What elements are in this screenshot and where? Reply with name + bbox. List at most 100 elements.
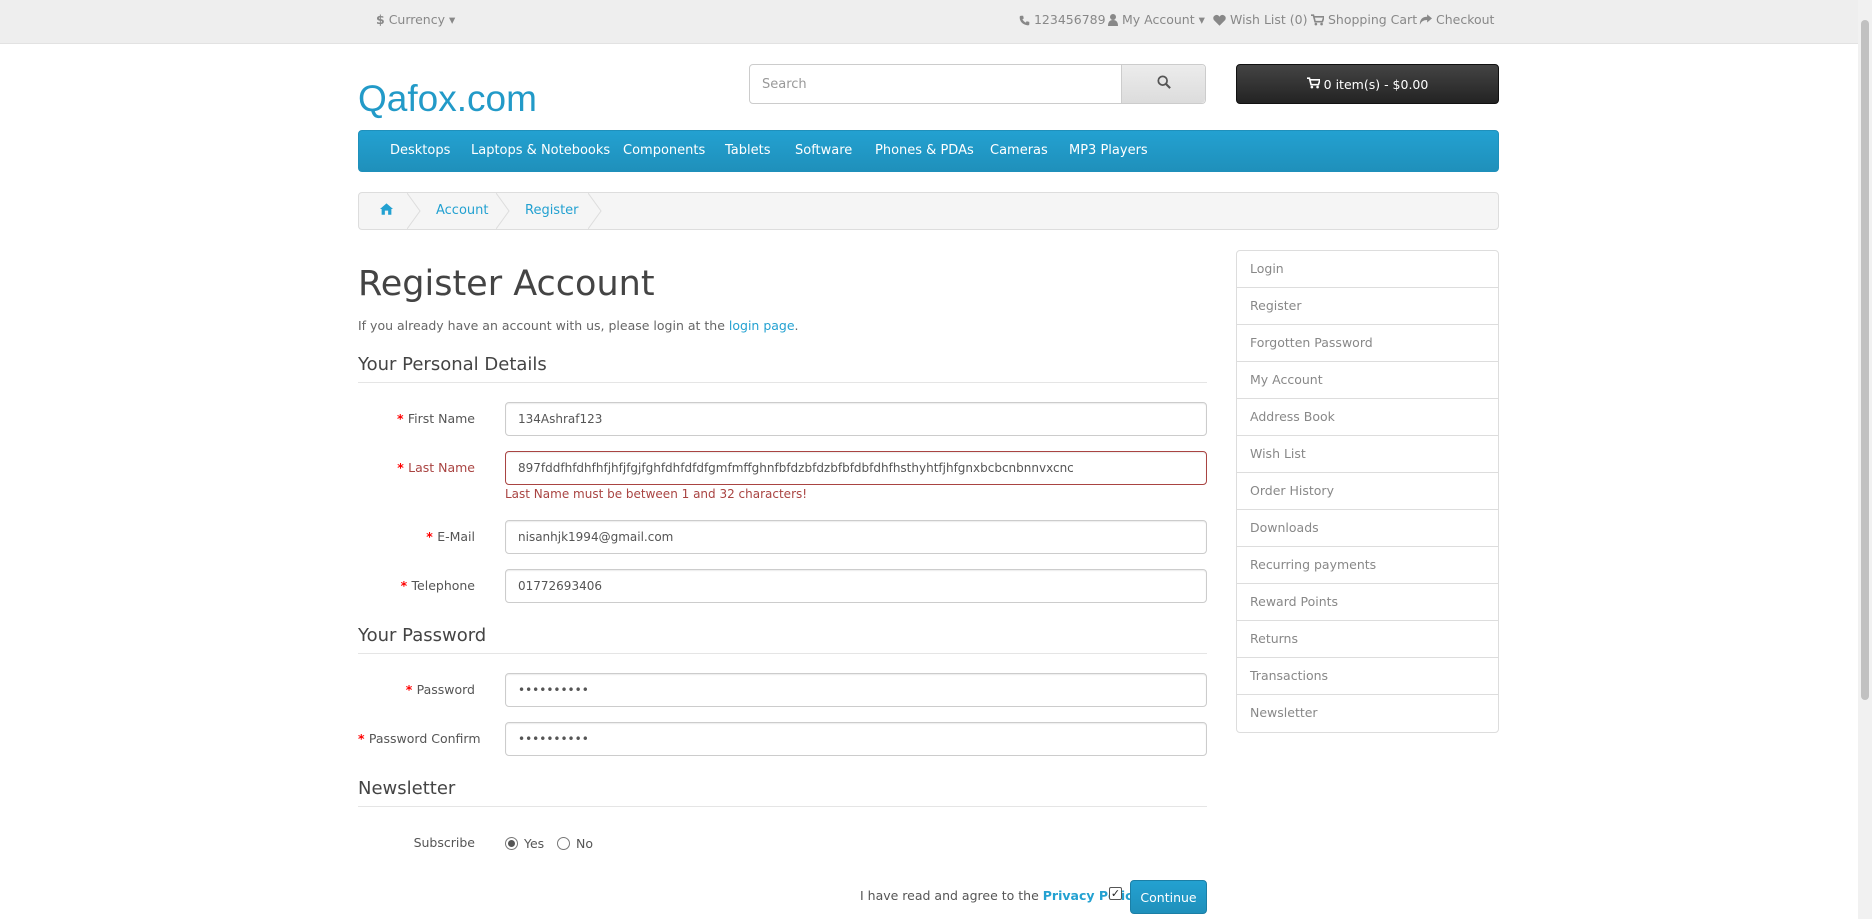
radio-button[interactable] <box>557 837 570 850</box>
my-account-dropdown[interactable]: My Account ▾ <box>1108 0 1205 40</box>
search-input[interactable] <box>750 65 1121 103</box>
subscribe-no-radio[interactable]: No <box>557 836 593 851</box>
menu-item-laptops[interactable]: Laptops & Notebooks <box>471 131 610 171</box>
privacy-policy-checkbox[interactable]: ✓ <box>1109 887 1122 900</box>
shopping-cart-link[interactable]: Shopping Cart <box>1311 0 1417 40</box>
required-marker: * <box>405 682 417 697</box>
main-menu: Desktops Laptops & Notebooks Components … <box>358 130 1499 172</box>
password-field[interactable] <box>505 673 1207 707</box>
checkout-label: Checkout <box>1435 12 1495 27</box>
telephone-label-text: Telephone <box>411 578 475 593</box>
personal-details-legend: Your Personal Details <box>358 354 1207 383</box>
sidebar-item-downloads[interactable]: Downloads <box>1237 510 1498 547</box>
intro-text-start: If you already have an account with us, … <box>358 318 729 333</box>
logo[interactable]: Qafox.com <box>358 78 537 120</box>
menu-item-phones[interactable]: Phones & PDAs <box>875 131 974 171</box>
phone-link[interactable]: 123456789 <box>1019 0 1106 40</box>
shopping-cart-icon <box>1306 76 1321 92</box>
menu-item-software[interactable]: Software <box>795 131 852 171</box>
required-marker: * <box>396 411 408 426</box>
last-name-label-text: Last Name <box>408 460 475 475</box>
top-bar: $ Currency ▾ 123456789 My Account ▾ Wish… <box>0 0 1858 44</box>
password-label: * Password <box>358 682 475 697</box>
sidebar-item-register[interactable]: Register <box>1237 288 1498 325</box>
sidebar-item-transactions[interactable]: Transactions <box>1237 658 1498 695</box>
sidebar-item-newsletter[interactable]: Newsletter <box>1237 695 1498 732</box>
breadcrumb: Account Register <box>358 192 1499 230</box>
user-icon <box>1108 12 1122 27</box>
menu-item-mp3[interactable]: MP3 Players <box>1069 131 1148 171</box>
phone-number: 123456789 <box>1033 12 1106 27</box>
wish-list-link[interactable]: Wish List (0) <box>1213 0 1307 40</box>
sidebar-item-returns[interactable]: Returns <box>1237 621 1498 658</box>
breadcrumb-register[interactable]: Register <box>525 193 579 229</box>
heart-icon <box>1213 12 1230 27</box>
email-field[interactable] <box>505 520 1207 554</box>
password-confirm-label: * Password Confirm <box>358 731 481 746</box>
required-marker: * <box>426 529 438 544</box>
required-marker: * <box>400 578 412 593</box>
breadcrumb-separator <box>496 193 510 229</box>
menu-item-tablets[interactable]: Tablets <box>725 131 771 171</box>
checkout-link[interactable]: Checkout <box>1419 0 1494 40</box>
my-account-label: My Account <box>1121 12 1195 27</box>
sidebar-item-forgotten-password[interactable]: Forgotten Password <box>1237 325 1498 362</box>
intro-text-end: . <box>794 318 799 333</box>
breadcrumb-separator <box>588 193 602 229</box>
scrollbar-thumb[interactable] <box>1861 20 1869 700</box>
page-title: Register Account <box>358 264 655 304</box>
caret-down-icon: ▾ <box>449 12 456 27</box>
menu-item-desktops[interactable]: Desktops <box>390 131 450 171</box>
continue-button[interactable]: Continue <box>1130 880 1207 914</box>
radio-button-selected[interactable] <box>505 837 518 850</box>
share-icon <box>1419 12 1436 27</box>
last-name-error: Last Name must be between 1 and 32 chara… <box>505 487 808 501</box>
menu-item-cameras[interactable]: Cameras <box>990 131 1048 171</box>
subscribe-yes-radio[interactable]: Yes <box>505 836 544 851</box>
password-legend: Your Password <box>358 625 1207 654</box>
password-confirm-label-text: Password Confirm <box>368 731 481 746</box>
page-scrollbar[interactable] <box>1858 0 1872 919</box>
cart-label: 0 item(s) - $0.00 <box>1323 76 1429 92</box>
last-name-field[interactable] <box>505 451 1207 485</box>
currency-dropdown[interactable]: $ Currency ▾ <box>376 0 455 40</box>
intro-text: If you already have an account with us, … <box>358 318 799 333</box>
sidebar-item-address-book[interactable]: Address Book <box>1237 399 1498 436</box>
subscribe-yes-label: Yes <box>524 836 545 851</box>
privacy-agree-text: I have read and agree to the Privacy Pol… <box>860 888 1141 903</box>
search-icon <box>1156 75 1171 93</box>
password-confirm-field[interactable] <box>505 722 1207 756</box>
sidebar-item-my-account[interactable]: My Account <box>1237 362 1498 399</box>
agree-text: I have read and agree to the <box>860 888 1043 903</box>
breadcrumb-separator <box>407 193 421 229</box>
first-name-label: * First Name <box>358 411 475 426</box>
search-bar <box>749 64 1206 104</box>
telephone-label: * Telephone <box>358 578 475 593</box>
search-button[interactable] <box>1121 65 1205 103</box>
first-name-label-text: First Name <box>407 411 475 426</box>
menu-item-components[interactable]: Components <box>623 131 705 171</box>
subscribe-label: Subscribe <box>413 835 475 850</box>
first-name-field[interactable] <box>505 402 1207 436</box>
sidebar-item-recurring-payments[interactable]: Recurring payments <box>1237 547 1498 584</box>
caret-down-icon: ▾ <box>1198 12 1205 27</box>
email-label: * E-Mail <box>358 529 475 544</box>
newsletter-legend: Newsletter <box>358 778 1207 807</box>
sidebar-item-reward-points[interactable]: Reward Points <box>1237 584 1498 621</box>
privacy-policy-link[interactable]: Privacy Policy <box>1043 888 1141 903</box>
phone-icon <box>1019 12 1034 27</box>
home-icon[interactable] <box>380 193 393 229</box>
sidebar-item-order-history[interactable]: Order History <box>1237 473 1498 510</box>
email-label-text: E-Mail <box>437 529 475 544</box>
subscribe-no-label: No <box>576 836 593 851</box>
login-page-link[interactable]: login page <box>729 318 795 333</box>
currency-label: Currency <box>388 12 446 27</box>
shopping-cart-icon <box>1311 12 1328 27</box>
breadcrumb-account[interactable]: Account <box>436 193 489 229</box>
sidebar-item-login[interactable]: Login <box>1237 251 1498 288</box>
sidebar-item-wish-list[interactable]: Wish List <box>1237 436 1498 473</box>
last-name-label: * Last Name <box>358 460 475 475</box>
account-sidebar: Login Register Forgotten Password My Acc… <box>1236 250 1499 733</box>
telephone-field[interactable] <box>505 569 1207 603</box>
cart-button[interactable]: 0 item(s) - $0.00 <box>1236 64 1499 104</box>
